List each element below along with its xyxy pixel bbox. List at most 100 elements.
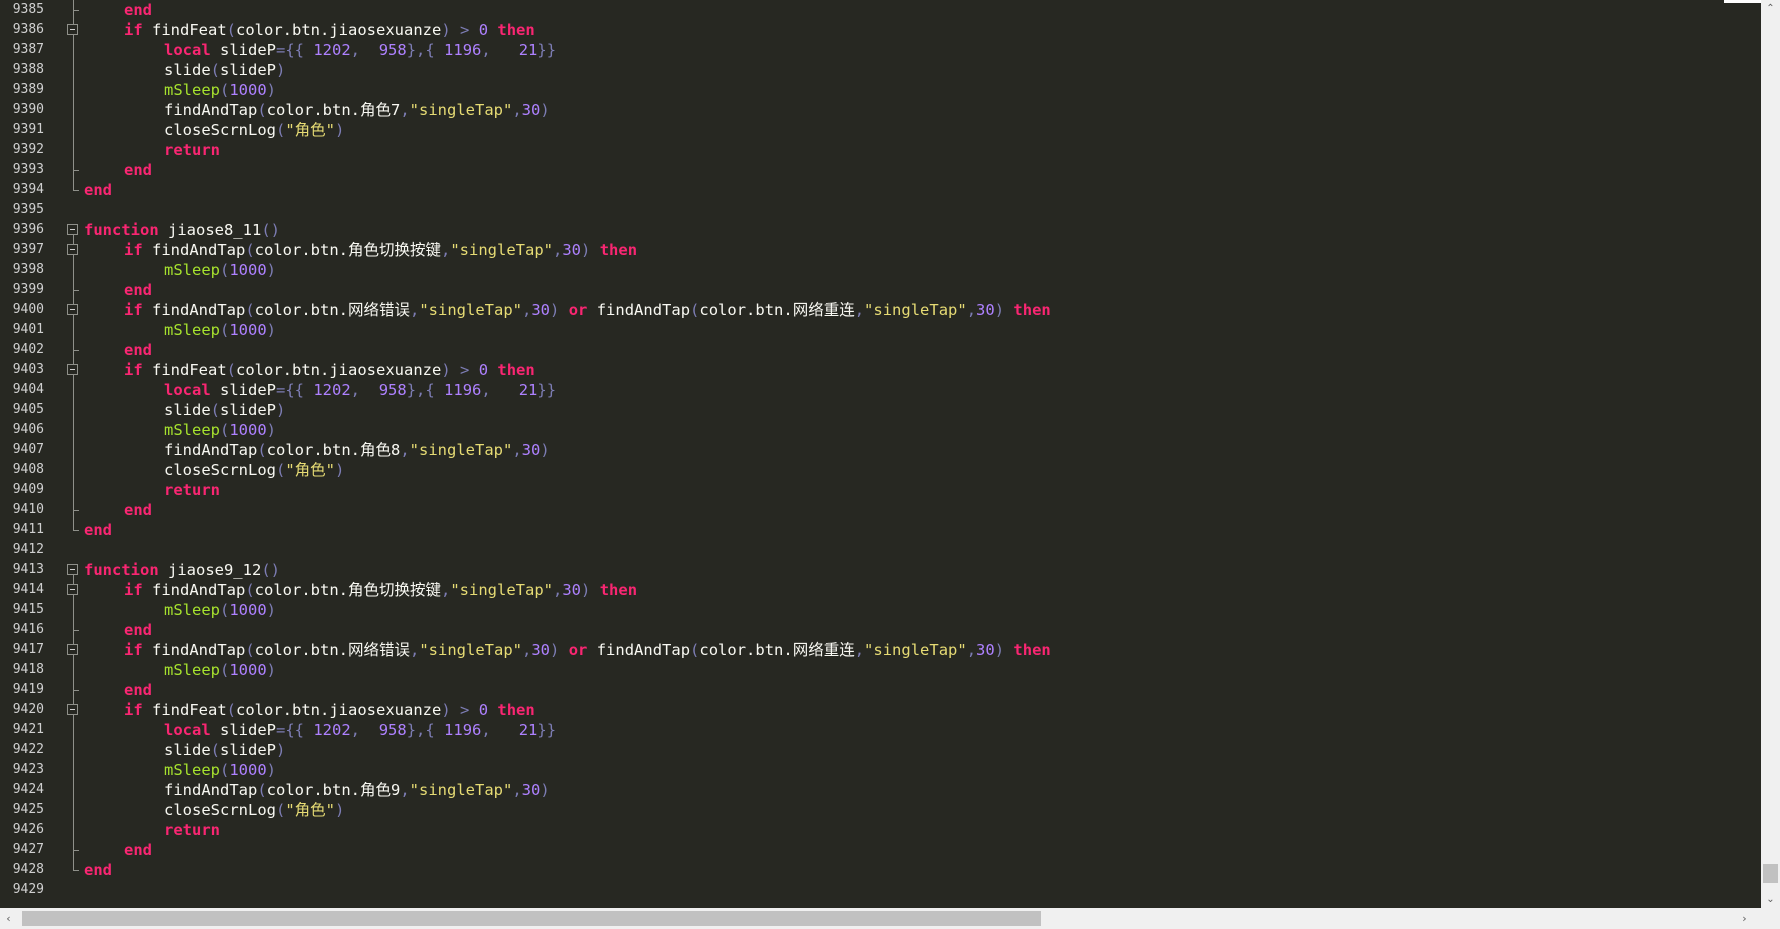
code-text[interactable]: mSleep(1000) — [164, 660, 276, 680]
code-line[interactable]: 9409 return — [0, 480, 1761, 500]
code-line[interactable]: 9418 mSleep(1000) — [0, 660, 1761, 680]
code-line[interactable]: 9423 mSleep(1000) — [0, 760, 1761, 780]
fold-toggle-icon[interactable] — [60, 220, 86, 240]
fold-toggle-icon[interactable] — [60, 300, 86, 320]
code-text[interactable]: findAndTap(color.btn.角色9,"singleTap",30) — [164, 780, 550, 800]
code-line[interactable]: 9403 if findFeat(color.btn.jiaosexuanze) … — [0, 360, 1761, 380]
code-text[interactable]: return — [164, 820, 220, 840]
code-line[interactable]: 9412 — [0, 540, 1761, 560]
code-line[interactable]: 9386 if findFeat(color.btn.jiaosexuanze) … — [0, 20, 1761, 40]
code-line[interactable]: 9385 end — [0, 0, 1761, 20]
code-text[interactable]: mSleep(1000) — [164, 420, 276, 440]
code-line[interactable]: 9411 end — [0, 520, 1761, 540]
code-line[interactable]: 9407 findAndTap(color.btn.角色8,"singleTap"… — [0, 440, 1761, 460]
code-text[interactable]: local slideP={{ 1202, 958},{ 1196, 21}} — [164, 40, 556, 60]
code-text[interactable]: end — [84, 180, 112, 200]
code-line[interactable]: 9408 closeScrnLog("角色") — [0, 460, 1761, 480]
fold-toggle-icon[interactable] — [60, 360, 86, 380]
code-line[interactable]: 9413 function jiaose9_12() — [0, 560, 1761, 580]
code-line[interactable]: 9420 if findFeat(color.btn.jiaosexuanze) … — [0, 700, 1761, 720]
code-text[interactable]: slide(slideP) — [164, 400, 285, 420]
code-text[interactable]: return — [164, 140, 220, 160]
code-line[interactable]: 9406 mSleep(1000) — [0, 420, 1761, 440]
code-line[interactable]: 9415 mSleep(1000) — [0, 600, 1761, 620]
code-line[interactable]: 9414 if findAndTap(color.btn.角色切换按键,"sing… — [0, 580, 1761, 600]
code-text[interactable]: function jiaose9_12() — [84, 560, 280, 580]
code-line[interactable]: 9391 closeScrnLog("角色") — [0, 120, 1761, 140]
code-text[interactable]: closeScrnLog("角色") — [164, 460, 344, 480]
fold-toggle-icon[interactable] — [60, 240, 86, 260]
code-line[interactable]: 9390 findAndTap(color.btn.角色7,"singleTap"… — [0, 100, 1761, 120]
code-line[interactable]: 9421 local slideP={{ 1202, 958},{ 1196, 2… — [0, 720, 1761, 740]
code-text[interactable]: end — [124, 160, 152, 180]
code-text[interactable]: end — [124, 680, 152, 700]
code-text[interactable]: end — [84, 520, 112, 540]
code-line[interactable]: 9426 return — [0, 820, 1761, 840]
code-line[interactable]: 9387 local slideP={{ 1202, 958},{ 1196, 2… — [0, 40, 1761, 60]
code-line[interactable]: 9404 local slideP={{ 1202, 958},{ 1196, 2… — [0, 380, 1761, 400]
scroll-up-arrow-icon[interactable]: ⌃ — [1761, 0, 1780, 17]
scroll-down-arrow-icon[interactable]: ⌄ — [1761, 891, 1780, 908]
code-text[interactable]: slide(slideP) — [164, 740, 285, 760]
code-line[interactable]: 9395 — [0, 200, 1761, 220]
code-text[interactable]: mSleep(1000) — [164, 760, 276, 780]
code-line[interactable]: 9410 end — [0, 500, 1761, 520]
horizontal-scrollbar[interactable]: ‹ › — [0, 908, 1761, 929]
code-line[interactable]: 9424 findAndTap(color.btn.角色9,"singleTap"… — [0, 780, 1761, 800]
fold-toggle-icon[interactable] — [60, 560, 86, 580]
code-text[interactable]: if findAndTap(color.btn.网络错误,"singleTap"… — [124, 300, 1051, 320]
code-text[interactable]: end — [124, 280, 152, 300]
scroll-left-arrow-icon[interactable]: ‹ — [0, 908, 17, 929]
code-text[interactable]: local slideP={{ 1202, 958},{ 1196, 21}} — [164, 720, 556, 740]
code-line[interactable]: 9427 end — [0, 840, 1761, 860]
code-line[interactable]: 9397 if findAndTap(color.btn.角色切换按键,"sing… — [0, 240, 1761, 260]
code-editor[interactable]: 9385 end 9386 if findFeat(color.btn.jiaosex… — [0, 0, 1761, 908]
code-line[interactable]: 9417 if findAndTap(color.btn.网络错误,"single… — [0, 640, 1761, 660]
fold-toggle-icon[interactable] — [60, 700, 86, 720]
code-line[interactable]: 9402 end — [0, 340, 1761, 360]
code-text[interactable]: local slideP={{ 1202, 958},{ 1196, 21}} — [164, 380, 556, 400]
code-text[interactable]: closeScrnLog("角色") — [164, 120, 344, 140]
code-line[interactable]: 9393 end — [0, 160, 1761, 180]
code-line[interactable]: 9419 end — [0, 680, 1761, 700]
code-text[interactable]: function jiaose8_11() — [84, 220, 280, 240]
code-text[interactable]: if findAndTap(color.btn.角色切换按键,"singleTa… — [124, 580, 637, 600]
code-line[interactable]: 9389 mSleep(1000) — [0, 80, 1761, 100]
fold-toggle-icon[interactable] — [60, 580, 86, 600]
code-line[interactable]: 9399 end — [0, 280, 1761, 300]
code-line[interactable]: 9400 if findAndTap(color.btn.网络错误,"single… — [0, 300, 1761, 320]
code-text[interactable]: if findFeat(color.btn.jiaosexuanze) > 0 … — [124, 360, 535, 380]
vertical-scrollbar[interactable]: ⌃ ⌄ — [1761, 0, 1780, 908]
code-line[interactable]: 9392 return — [0, 140, 1761, 160]
code-line[interactable]: 9394 end — [0, 180, 1761, 200]
code-text[interactable]: if findFeat(color.btn.jiaosexuanze) > 0 … — [124, 700, 535, 720]
code-text[interactable]: end — [84, 860, 112, 880]
code-text[interactable]: end — [124, 840, 152, 860]
vertical-scroll-thumb[interactable] — [1763, 864, 1778, 883]
code-text[interactable]: end — [124, 340, 152, 360]
code-text[interactable]: return — [164, 480, 220, 500]
code-line[interactable]: 9396 function jiaose8_11() — [0, 220, 1761, 240]
code-text[interactable]: if findAndTap(color.btn.角色切换按键,"singleTa… — [124, 240, 637, 260]
code-text[interactable]: slide(slideP) — [164, 60, 285, 80]
code-text[interactable]: end — [124, 620, 152, 640]
code-line[interactable]: 9398 mSleep(1000) — [0, 260, 1761, 280]
code-line[interactable]: 9401 mSleep(1000) — [0, 320, 1761, 340]
code-line[interactable]: 9388 slide(slideP) — [0, 60, 1761, 80]
fold-toggle-icon[interactable] — [60, 640, 86, 660]
code-text[interactable]: if findAndTap(color.btn.网络错误,"singleTap"… — [124, 640, 1051, 660]
code-text[interactable]: mSleep(1000) — [164, 320, 276, 340]
code-line[interactable]: 9428 end — [0, 860, 1761, 880]
code-line[interactable]: 9416 end — [0, 620, 1761, 640]
code-text[interactable]: mSleep(1000) — [164, 260, 276, 280]
code-text[interactable]: end — [124, 0, 152, 20]
code-line[interactable]: 9429 — [0, 880, 1761, 900]
code-text[interactable]: closeScrnLog("角色") — [164, 800, 344, 820]
fold-toggle-icon[interactable] — [60, 20, 86, 40]
code-line[interactable]: 9405 slide(slideP) — [0, 400, 1761, 420]
code-text[interactable]: findAndTap(color.btn.角色8,"singleTap",30) — [164, 440, 550, 460]
code-text[interactable]: mSleep(1000) — [164, 600, 276, 620]
scroll-right-arrow-icon[interactable]: › — [1736, 908, 1753, 929]
horizontal-scroll-thumb[interactable] — [22, 911, 1041, 926]
code-text[interactable]: findAndTap(color.btn.角色7,"singleTap",30) — [164, 100, 550, 120]
